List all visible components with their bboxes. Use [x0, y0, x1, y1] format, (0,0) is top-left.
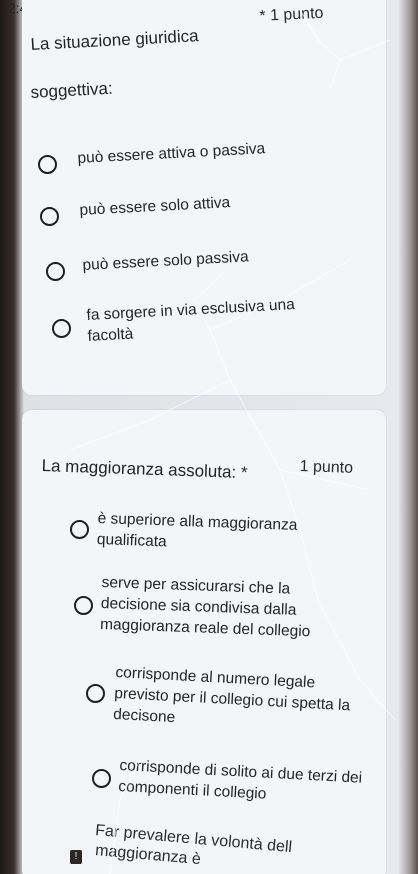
question-1-title-line2: soggettiva:: [30, 78, 114, 102]
option-label: corrisponde di solito ai due terzi dei c…: [117, 756, 363, 803]
radio-button[interactable]: [92, 769, 111, 788]
question-card-1: La situazione giuridica soggettiva: * 1 …: [22, 0, 386, 395]
required-marker: *: [240, 462, 248, 483]
option-label: può essere solo attiva: [79, 194, 231, 219]
question-card-2: La maggioranza assoluta: * 1 punto è sup…: [22, 410, 386, 874]
radio-button[interactable]: [86, 684, 105, 703]
option-label: può essere attiva o passiva: [77, 140, 266, 167]
option-label: corrisponde al numero legale previsto pe…: [112, 663, 351, 727]
radio-button[interactable]: [46, 262, 65, 281]
alert-icon: !: [70, 850, 82, 864]
question-2-points: 1 punto: [299, 458, 354, 477]
radio-button[interactable]: [52, 319, 71, 338]
option-label: è superiore alla maggioranza qualificata: [96, 509, 298, 551]
question-1-title: La situazione giuridica: [30, 26, 200, 54]
radio-button[interactable]: [38, 155, 57, 174]
option-label: può essere solo passiva: [82, 248, 250, 274]
question-2-title: La maggioranza assoluta: *: [41, 455, 248, 483]
radio-button[interactable]: [40, 207, 59, 226]
question-1-points: * 1 punto: [259, 4, 324, 25]
radio-button[interactable]: [70, 520, 89, 539]
radio-button[interactable]: [74, 596, 93, 615]
phone-screen: 12:45 La situazione giuridica soggettiva…: [0, 0, 418, 874]
option-label: fa sorgere in via esclusiva una facoltà: [86, 296, 296, 346]
option-label: serve per assicurarsi che la decisione s…: [99, 573, 311, 641]
